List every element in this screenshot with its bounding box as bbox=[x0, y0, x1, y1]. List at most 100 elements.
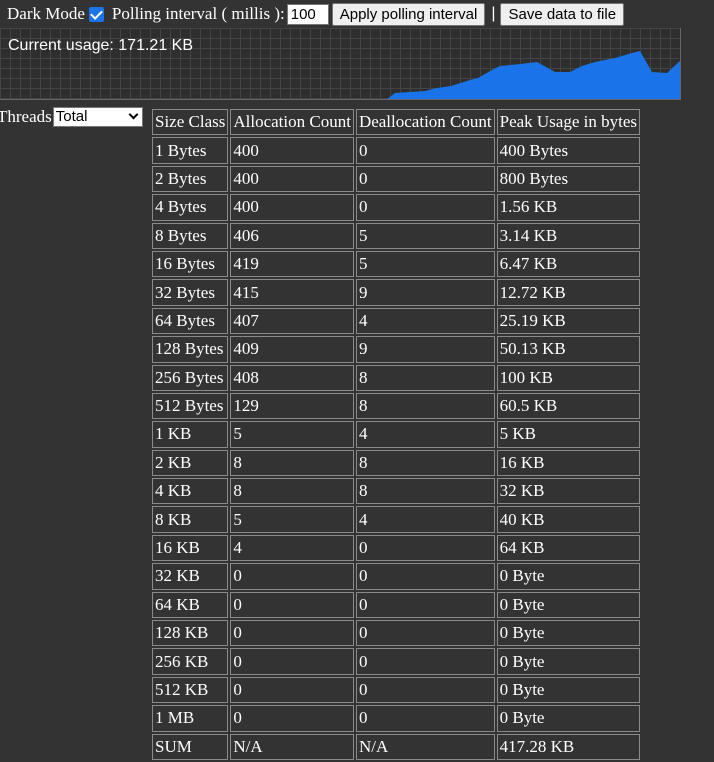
usage-area bbox=[387, 51, 680, 99]
deallocation-count-cell: 8 bbox=[355, 364, 495, 391]
deallocation-count-cell: 0 bbox=[355, 676, 495, 704]
toolbar: Dark Mode Polling interval ( millis ): 1… bbox=[0, 0, 714, 28]
peak-usage-cell: 16 KB bbox=[496, 449, 640, 477]
size-class-cell: 32 Bytes bbox=[152, 279, 229, 306]
size-class-cell: 1 Bytes bbox=[152, 137, 229, 164]
peak-usage-cell: 60.5 KB bbox=[496, 392, 640, 420]
peak-usage-cell: 0 Byte bbox=[496, 705, 640, 732]
deallocation-count-cell: 0 bbox=[355, 563, 495, 590]
size-class-cell: 2 KB bbox=[152, 449, 229, 477]
allocation-count-cell: 0 bbox=[230, 705, 354, 732]
peak-usage-cell: 50.13 KB bbox=[496, 336, 640, 363]
allocation-count-cell: 415 bbox=[230, 279, 354, 306]
size-class-cell: 16 KB bbox=[152, 534, 229, 562]
header-peak-usage: Peak Usage in bytes bbox=[496, 109, 640, 136]
allocation-count-cell: 400 bbox=[230, 165, 354, 193]
size-class-cell: 8 Bytes bbox=[152, 222, 229, 249]
size-class-cell: 4 KB bbox=[152, 478, 229, 505]
allocation-count-cell: 400 bbox=[230, 137, 354, 164]
peak-usage-cell: 100 KB bbox=[496, 364, 640, 391]
table-row: 64 Bytes 407 4 25.19 KB bbox=[152, 307, 640, 335]
table-row: 4 Bytes 400 0 1.56 KB bbox=[152, 194, 640, 221]
header-deallocation-count: Deallocation Count bbox=[355, 109, 495, 136]
size-class-cell: 1 MB bbox=[152, 705, 229, 732]
table-row: 32 KB 0 0 0 Byte bbox=[152, 563, 640, 590]
table-row: 8 Bytes 406 5 3.14 KB bbox=[152, 222, 640, 249]
allocation-count-cell: N/A bbox=[230, 733, 354, 760]
peak-usage-cell: 40 KB bbox=[496, 506, 640, 533]
allocation-count-cell: 406 bbox=[230, 222, 354, 249]
header-allocation-count: Allocation Count bbox=[230, 109, 354, 136]
table-header-row: Size Class Allocation Count Deallocation… bbox=[152, 109, 640, 136]
allocation-table: Size Class Allocation Count Deallocation… bbox=[150, 107, 642, 762]
peak-usage-cell: 0 Byte bbox=[496, 591, 640, 619]
deallocation-count-cell: 0 bbox=[355, 534, 495, 562]
table-row: 512 Bytes 129 8 60.5 KB bbox=[152, 392, 640, 420]
deallocation-count-cell: 8 bbox=[355, 449, 495, 477]
deallocation-count-cell: 9 bbox=[355, 336, 495, 363]
deallocation-count-cell: 8 bbox=[355, 478, 495, 505]
table-row: SUM N/A N/A 417.28 KB bbox=[152, 733, 640, 760]
deallocation-count-cell: 4 bbox=[355, 506, 495, 533]
deallocation-count-cell: 0 bbox=[355, 194, 495, 221]
table-row: 32 Bytes 415 9 12.72 KB bbox=[152, 279, 640, 306]
peak-usage-cell: 0 Byte bbox=[496, 563, 640, 590]
peak-usage-cell: 800 Bytes bbox=[496, 165, 640, 193]
threads-select-value: Total bbox=[55, 108, 88, 125]
peak-usage-cell: 25.19 KB bbox=[496, 307, 640, 335]
allocation-count-cell: 5 bbox=[230, 421, 354, 448]
size-class-cell: 512 KB bbox=[152, 676, 229, 704]
deallocation-count-cell: 8 bbox=[355, 392, 495, 420]
size-class-cell: 2 Bytes bbox=[152, 165, 229, 193]
peak-usage-cell: 3.14 KB bbox=[496, 222, 640, 249]
size-class-cell: 64 Bytes bbox=[152, 307, 229, 335]
size-class-cell: 256 KB bbox=[152, 648, 229, 675]
table-row: 128 KB 0 0 0 Byte bbox=[152, 620, 640, 647]
threads-label: Threads bbox=[0, 107, 52, 126]
allocation-count-cell: 8 bbox=[230, 478, 354, 505]
table-row: 8 KB 5 4 40 KB bbox=[152, 506, 640, 533]
peak-usage-cell: 64 KB bbox=[496, 534, 640, 562]
size-class-cell: 256 Bytes bbox=[152, 364, 229, 391]
current-usage-text: Current usage: 171.21 KB bbox=[8, 37, 194, 54]
threads-select[interactable]: Total bbox=[52, 107, 143, 127]
allocation-count-cell: 4 bbox=[230, 534, 354, 562]
allocation-count-cell: 0 bbox=[230, 620, 354, 647]
peak-usage-cell: 5 KB bbox=[496, 421, 640, 448]
table-row: 1 MB 0 0 0 Byte bbox=[152, 705, 640, 732]
allocation-count-cell: 8 bbox=[230, 449, 354, 477]
size-class-cell: 8 KB bbox=[152, 506, 229, 533]
dark-mode-label: Dark Mode bbox=[7, 4, 85, 23]
deallocation-count-cell: 0 bbox=[355, 137, 495, 164]
table-row: 16 KB 4 0 64 KB bbox=[152, 534, 640, 562]
peak-usage-cell: 12.72 KB bbox=[496, 279, 640, 306]
usage-graph: Current usage: 171.21 KB bbox=[0, 28, 681, 100]
allocation-count-cell: 407 bbox=[230, 307, 354, 335]
allocation-count-cell: 5 bbox=[230, 506, 354, 533]
apply-polling-interval-button[interactable]: Apply polling interval bbox=[331, 2, 486, 26]
allocation-count-cell: 409 bbox=[230, 336, 354, 363]
deallocation-count-cell: N/A bbox=[355, 733, 495, 760]
table-row: 1 Bytes 400 0 400 Bytes bbox=[152, 137, 640, 164]
polling-interval-input[interactable]: 100 bbox=[286, 3, 329, 25]
chevron-down-icon bbox=[128, 109, 139, 120]
table-row: 4 KB 8 8 32 KB bbox=[152, 478, 640, 505]
save-data-button[interactable]: Save data to file bbox=[500, 2, 625, 26]
size-class-cell: 32 KB bbox=[152, 563, 229, 590]
peak-usage-cell: 0 Byte bbox=[496, 648, 640, 675]
dark-mode-checkbox[interactable] bbox=[88, 6, 104, 22]
peak-usage-cell: 6.47 KB bbox=[496, 250, 640, 278]
size-class-cell: 512 Bytes bbox=[152, 392, 229, 420]
allocation-count-cell: 0 bbox=[230, 563, 354, 590]
peak-usage-cell: 1.56 KB bbox=[496, 194, 640, 221]
allocation-count-cell: 0 bbox=[230, 676, 354, 704]
peak-usage-cell: 32 KB bbox=[496, 478, 640, 505]
peak-usage-cell: 417.28 KB bbox=[496, 733, 640, 760]
size-class-cell: 128 KB bbox=[152, 620, 229, 647]
deallocation-count-cell: 5 bbox=[355, 222, 495, 249]
toolbar-separator: | bbox=[491, 5, 496, 22]
table-row: 16 Bytes 419 5 6.47 KB bbox=[152, 250, 640, 278]
table-row: 2 KB 8 8 16 KB bbox=[152, 449, 640, 477]
deallocation-count-cell: 9 bbox=[355, 279, 495, 306]
allocation-count-cell: 129 bbox=[230, 392, 354, 420]
